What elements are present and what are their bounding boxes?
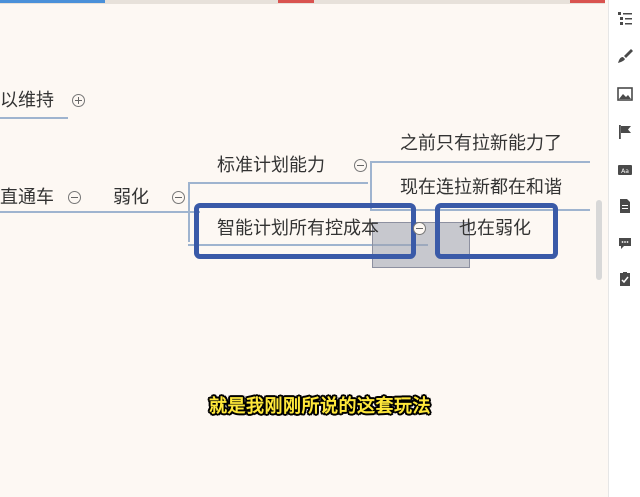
node-standard-plan[interactable]: 标准计划能力 (217, 155, 325, 177)
mindmap-canvas[interactable]: 以维持 直通车 弱化 标准计划能力 之前只有拉新能力了 现在连拉新都在和谐 智能… (0, 4, 600, 497)
collapse-toggle[interactable] (413, 222, 426, 235)
task-icon[interactable] (617, 271, 633, 287)
brush-icon[interactable] (617, 48, 633, 64)
connector-line (188, 182, 368, 184)
top-tab-indicator (0, 0, 105, 3)
collapse-toggle[interactable] (68, 191, 81, 204)
node-now-all[interactable]: 现在连拉新都在和谐 (400, 177, 562, 199)
connector-line (0, 211, 200, 213)
collapse-toggle[interactable] (172, 191, 185, 204)
video-subtitle: 就是我刚刚所说的这套玩法 (209, 396, 431, 417)
expand-toggle[interactable] (72, 94, 85, 107)
collapse-toggle[interactable] (354, 159, 367, 172)
connector-line (370, 161, 372, 209)
outline-icon[interactable] (617, 10, 633, 26)
right-toolbar: Aa (608, 0, 640, 497)
node-weaken[interactable]: 弱化 (113, 187, 149, 209)
node-smart-plan[interactable]: 智能计划所有控成本 (217, 218, 379, 240)
scrollbar[interactable] (596, 200, 602, 280)
image-icon[interactable] (617, 86, 633, 102)
flag-icon[interactable] (617, 124, 633, 140)
svg-text:Aa: Aa (621, 168, 629, 175)
connector-line (188, 182, 190, 242)
label-icon[interactable]: Aa (617, 162, 633, 178)
connector-line (0, 117, 68, 119)
node-maintain[interactable]: 以维持 (0, 90, 54, 112)
top-tab-indicator-red-right (570, 0, 605, 3)
node-direct-train[interactable]: 直通车 (0, 187, 54, 209)
comment-icon[interactable] (617, 235, 633, 251)
node-also-weaken[interactable]: 也在弱化 (459, 218, 531, 240)
connector-line (370, 161, 590, 163)
note-icon[interactable] (617, 198, 633, 214)
node-no-more[interactable]: 之前只有拉新能力了 (400, 133, 562, 155)
top-tab-indicator-red (278, 0, 314, 3)
